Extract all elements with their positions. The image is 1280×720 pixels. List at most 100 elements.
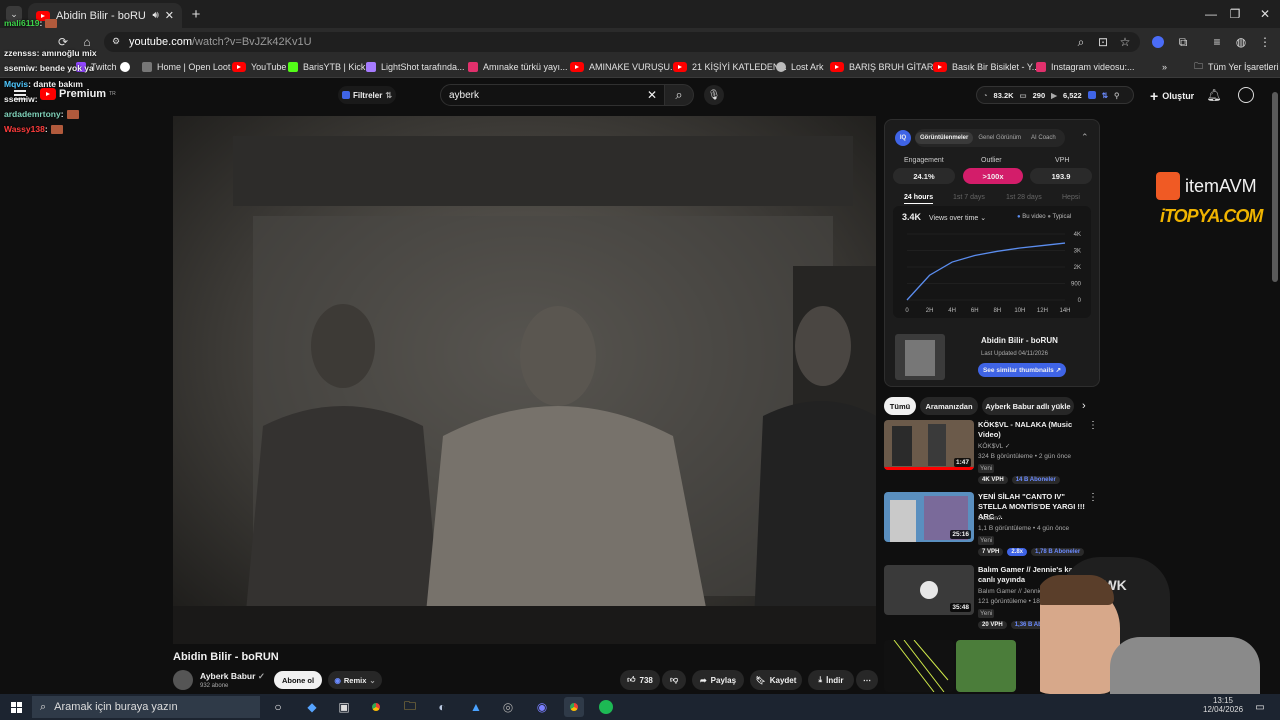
discord-icon[interactable]: ◉ [532,697,552,717]
rec-thumbnail-partial[interactable] [956,640,1016,692]
chips-next-icon[interactable]: › [1082,400,1086,412]
rec-title: KÖK$VL - NALAKA (Music Video) [978,420,1073,440]
rec-more-icon[interactable]: ⋮ [1088,492,1098,503]
profile-icon[interactable]: ◍ [1234,35,1248,49]
recommendation-item[interactable]: 25:16 YENİ SİLAH "CANTO IV" STELLA MONTİ… [884,492,1098,558]
video-title: Abidin Bilir - boRUN [173,651,279,663]
see-similar-button[interactable]: See similar thumbnails ↗ [978,363,1066,377]
search-input[interactable]: ayberk ✕ [440,84,666,106]
bookmarks-overflow-icon[interactable]: » [1162,59,1167,75]
rec-more-icon[interactable]: ⋮ [1088,420,1098,431]
channel-avatar[interactable] [173,670,193,690]
bookmark-item[interactable]: BarisYTB | Kick [288,59,365,75]
reload-icon[interactable]: ⟳ [56,35,70,49]
chip-from-search[interactable]: Aramanızdan [920,397,978,415]
verified-icon: ✓ [257,671,265,681]
bookmark-item[interactable]: YouTube [232,59,286,75]
thumbs-up-icon: 👍︎ [627,675,636,684]
home-icon[interactable]: ⌂ [80,35,94,49]
legend-item: Typical [1052,214,1072,220]
video-player[interactable] [173,116,876,644]
steam-icon[interactable]: ◐ [432,697,452,717]
save-button[interactable]: 🔖︎ Kaydet [750,670,802,690]
chrome-icon[interactable] [366,697,386,717]
bookmark-star-icon[interactable]: ☆ [1118,35,1132,49]
chip-channel[interactable]: Ayberk Babur adlı yükle [982,397,1074,415]
share-button[interactable]: ➦ Paylaş [692,670,744,690]
new-tab-button[interactable]: + [188,6,204,23]
site-info-icon[interactable]: ⚙ [112,36,120,47]
views-dropdown[interactable]: Views over time ⌄ [929,214,986,222]
install-icon[interactable]: ⊡ [1096,35,1110,49]
search-button[interactable]: ⌕ [664,84,694,106]
ext-tab[interactable]: Genel Görünüm [973,132,1026,144]
all-bookmarks[interactable]: 🗀 Tüm Yer İşaretleri [1194,59,1279,75]
clear-search-icon[interactable]: ✕ [647,88,657,102]
bookmark-item[interactable]: AMINAKE VURUŞU... [570,59,678,75]
bookmark-item[interactable]: Basık Bir Bisiklet - Y... [933,59,1039,75]
clock[interactable]: 13:15 12/04/2026 [1203,696,1243,714]
range-tab[interactable]: 1st 7 days [953,194,985,201]
file-explorer-icon[interactable]: 🗀 [400,697,420,717]
app-icon[interactable]: ▲ [466,697,486,717]
dislike-button[interactable]: 👎︎ [662,670,686,690]
like-button[interactable]: 👍︎ 738 [620,670,660,690]
app-icon[interactable]: ◆ [302,697,322,717]
voice-search-button[interactable]: 🎙︎ [704,85,724,105]
avatar[interactable] [1238,87,1254,103]
vph-value: 193.9 [1030,168,1092,184]
bookmark-item[interactable]: 21 KİŞİYİ KATLEDEN... [673,59,787,75]
close-window-button[interactable]: ✕ [1242,0,1280,28]
y-tick-label: 4K [1074,232,1081,238]
notifications-bell-icon[interactable]: 🔔︎ [1206,87,1222,103]
filters-button[interactable]: Filtreler ⇅ [338,86,396,104]
bookmark-item[interactable] [120,59,130,75]
download-button[interactable]: ⤓ İndir [808,670,854,690]
range-tab[interactable]: 1st 28 days [1006,194,1042,201]
speaker-icon[interactable]: 🔊︎ [152,10,158,21]
extension-icon[interactable] [1152,36,1164,48]
page-scrollbar[interactable] [1272,92,1278,282]
shopping-bag-icon [1156,172,1180,200]
close-tab-icon[interactable]: ✕ [165,9,174,22]
chip-all[interactable]: Tümü [884,397,916,415]
address-bar[interactable]: ⚙ youtube.com/watch?v=BvJZk42Kv1U [104,32,1140,52]
task-view-icon[interactable]: ○ [268,697,288,717]
recommendation-item[interactable]: 1:47 KÖK$VL - NALAKA (Music Video) KÖK$V… [884,420,1098,486]
range-tab[interactable]: Hepsi [1062,194,1080,201]
chat-message: ssemiw: [4,94,38,104]
media-control-icon[interactable]: ≡ [1210,35,1224,49]
chrome-active-icon[interactable] [564,697,584,717]
ext-tabs: Görüntülenmeler Genel Görünüm AI Coach [915,129,1065,147]
ext-tab[interactable]: AI Coach [1026,132,1061,144]
zoom-icon[interactable]: ⌕ [1074,35,1088,49]
subscribe-button[interactable]: Abone ol [274,671,322,689]
channel-name[interactable]: Ayberk Babur ✓ [200,671,265,682]
spotify-icon[interactable] [596,697,616,717]
collapse-chevron-icon[interactable]: ⌃ [1081,132,1089,143]
bookmark-item[interactable]: Lost Ark [776,59,824,75]
windows-start-icon[interactable] [6,697,26,717]
remix-button[interactable]: ◉ Remix ⌄ [328,671,382,689]
extensions-puzzle-icon[interactable]: ⧉ [1176,35,1190,49]
youtube-premium-logo[interactable]: Premium TR [40,88,116,100]
bookmark-item[interactable]: Instagram videosu:... [1036,59,1135,75]
bookmark-item[interactable]: Home | Open Loot [142,59,230,75]
url-domain: youtube.com [129,36,192,48]
ext-tab[interactable]: Görüntülenmeler [915,132,974,144]
store-icon[interactable]: ▣ [334,697,354,717]
ext-stats-bar[interactable]: ◔ 83.2K ▭ 290 ▶ 6,522 ⇅ ⚲ [976,86,1134,104]
bookmark-item[interactable]: BARIŞ BRUH GİTAR... [830,59,941,75]
notifications-icon[interactable]: ▭ [1250,697,1270,717]
range-tab[interactable]: 24 hours [904,194,934,204]
bookmark-item[interactable]: LightShot tarafında... [366,59,465,75]
rec-meta: 324 B görüntüleme • 2 gün önce [978,453,1071,460]
bookmark-item[interactable]: Amınake türkü yayı... [468,59,568,75]
rec-thumbnail-partial[interactable] [884,639,954,693]
more-actions-button[interactable]: ⋯ [856,670,878,690]
menu-kebab-icon[interactable]: ⋮ [1258,35,1272,49]
taskbar-search[interactable]: ⌕ Aramak için buraya yazın [32,696,260,718]
create-button[interactable]: + Oluştur [1150,87,1194,105]
rec-thumbnail: 35:48 [884,565,974,615]
app-icon[interactable]: ◎ [498,697,518,717]
